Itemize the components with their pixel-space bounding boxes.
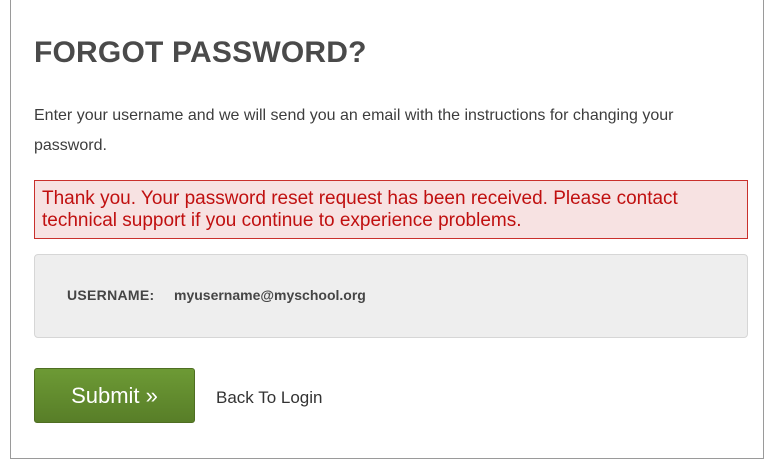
username-field-box: USERNAME: myusername@myschool.org (34, 254, 748, 338)
reset-confirmation-alert: Thank you. Your password reset request h… (34, 180, 748, 239)
username-value: myusername@myschool.org (174, 287, 366, 303)
forgot-password-panel: FORGOT PASSWORD? Enter your username and… (10, 0, 764, 459)
username-label: USERNAME: (67, 287, 155, 303)
submit-button[interactable]: Submit » (34, 368, 195, 423)
alert-message: Thank you. Your password reset request h… (42, 188, 678, 231)
page-title: FORGOT PASSWORD? (34, 36, 367, 69)
back-to-login-link[interactable]: Back To Login (216, 388, 322, 408)
intro-text: Enter your username and we will send you… (34, 107, 674, 154)
